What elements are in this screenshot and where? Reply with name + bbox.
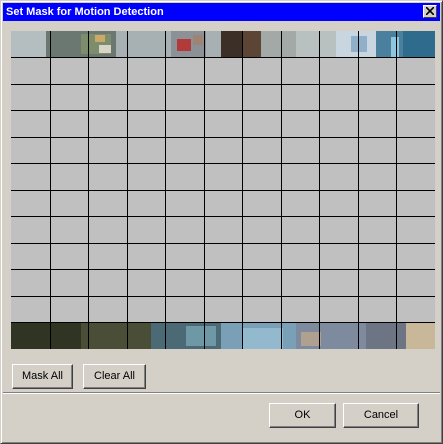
mask-all-label: Mask All (22, 370, 63, 382)
window-title: Set Mask for Motion Detection (6, 6, 164, 18)
clear-all-label: Clear All (94, 370, 135, 382)
cancel-label: Cancel (363, 409, 399, 421)
title-bar[interactable]: Set Mask for Motion Detection (3, 3, 440, 21)
cancel-button[interactable]: Cancel (343, 403, 419, 428)
dialog-window: Set Mask for Motion Detection Mask All C… (0, 0, 443, 444)
masked-region[interactable] (11, 57, 435, 322)
camera-preview (11, 31, 435, 349)
close-icon (426, 7, 434, 15)
mask-all-button[interactable]: Mask All (12, 364, 73, 389)
ok-button[interactable]: OK (269, 403, 336, 428)
button-panel-separator (3, 392, 440, 394)
close-button[interactable] (423, 5, 437, 18)
clear-all-button[interactable]: Clear All (83, 364, 146, 389)
ok-label: OK (294, 409, 311, 421)
mask-grid[interactable] (11, 31, 435, 349)
